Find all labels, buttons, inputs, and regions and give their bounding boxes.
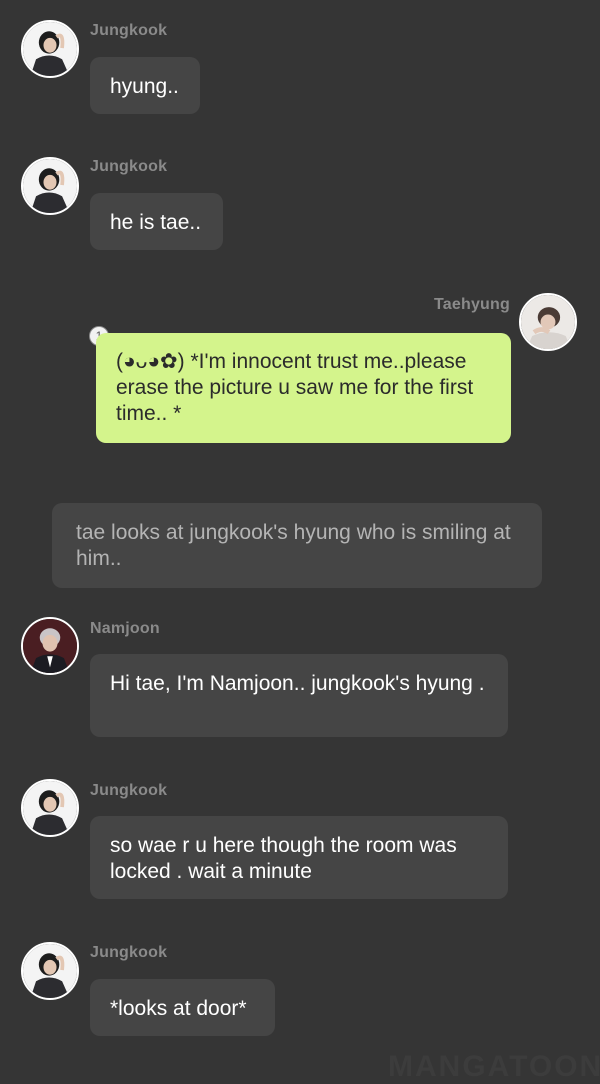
sender-name: Taehyung: [434, 296, 510, 313]
narration-box[interactable]: tae looks at jungkook's hyung who is smi…: [52, 503, 542, 588]
message-bubble[interactable]: *looks at door*: [90, 979, 275, 1036]
jungkook-avatar[interactable]: [21, 20, 79, 78]
namjoon-avatar[interactable]: [21, 617, 79, 675]
sender-name: Jungkook: [90, 782, 168, 799]
message-bubble[interactable]: hyung..: [90, 57, 200, 114]
sender-name: Jungkook: [90, 22, 168, 39]
message-bubble[interactable]: he is tae..: [90, 193, 223, 250]
sender-name: Namjoon: [90, 620, 160, 637]
sender-name: Jungkook: [90, 158, 168, 175]
message-bubble[interactable]: Hi tae, I'm Namjoon.. jungkook's hyung .: [90, 654, 508, 737]
jungkook-avatar[interactable]: [21, 942, 79, 1000]
jungkook-avatar[interactable]: [21, 779, 79, 837]
jungkook-avatar[interactable]: [21, 157, 79, 215]
sender-name: Jungkook: [90, 944, 168, 961]
message-bubble[interactable]: so wae r u here though the room was lock…: [90, 816, 508, 899]
watermark: MANGATOON: [388, 1050, 600, 1083]
taehyung-avatar[interactable]: [519, 293, 577, 351]
own-message-bubble[interactable]: (◕ᴗ◕✿) *I'm innocent trust me..please er…: [96, 333, 511, 443]
